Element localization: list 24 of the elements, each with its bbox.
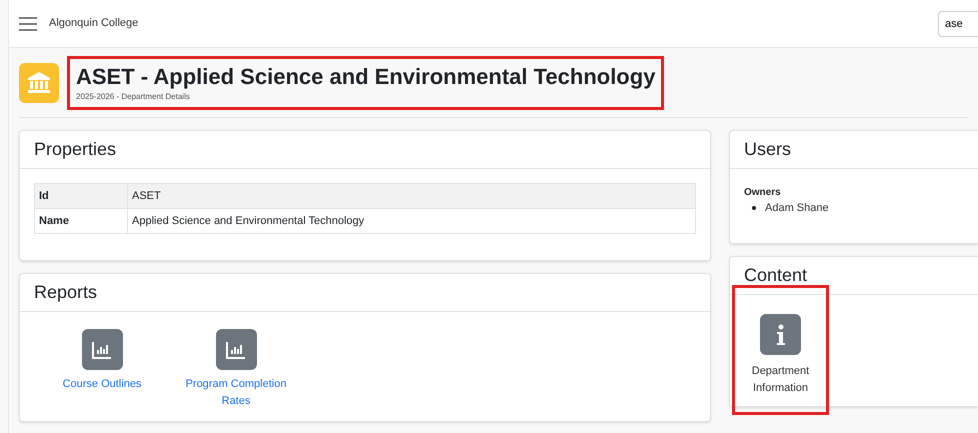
bullet-icon xyxy=(752,206,756,210)
card-title: Reports xyxy=(34,281,98,304)
user-name[interactable]: Adam Shane xyxy=(765,200,829,216)
report-link[interactable]: Program Completion Rates xyxy=(178,376,294,410)
page-subtitle: 2025-2026 - Department Details xyxy=(76,90,191,102)
content-link-label: Department Information xyxy=(750,364,810,396)
table-cell: Id xyxy=(34,184,128,208)
search-field[interactable]: ase xyxy=(938,10,978,36)
card-title: Content xyxy=(744,264,808,287)
brand-name[interactable]: Algonquin College xyxy=(49,15,138,32)
bar-chart-icon[interactable] xyxy=(82,329,122,370)
page-title: ASET - Applied Science and Environmental Technology xyxy=(76,62,656,90)
info-icon[interactable] xyxy=(760,314,801,355)
card-title: Properties xyxy=(34,138,116,161)
table-cell: ASET xyxy=(128,184,696,208)
report-link[interactable]: Course Outlines xyxy=(62,376,142,393)
bar-chart-icon[interactable] xyxy=(216,329,256,370)
building-icon xyxy=(19,62,59,102)
table-cell: Name xyxy=(34,208,128,234)
content-item[interactable]: Department Information xyxy=(732,285,829,415)
group-label: Owners xyxy=(744,186,782,200)
table-cell: Applied Science and Environmental Technology xyxy=(128,208,696,234)
card-title: Users xyxy=(744,138,792,161)
menu-icon[interactable] xyxy=(19,16,37,30)
